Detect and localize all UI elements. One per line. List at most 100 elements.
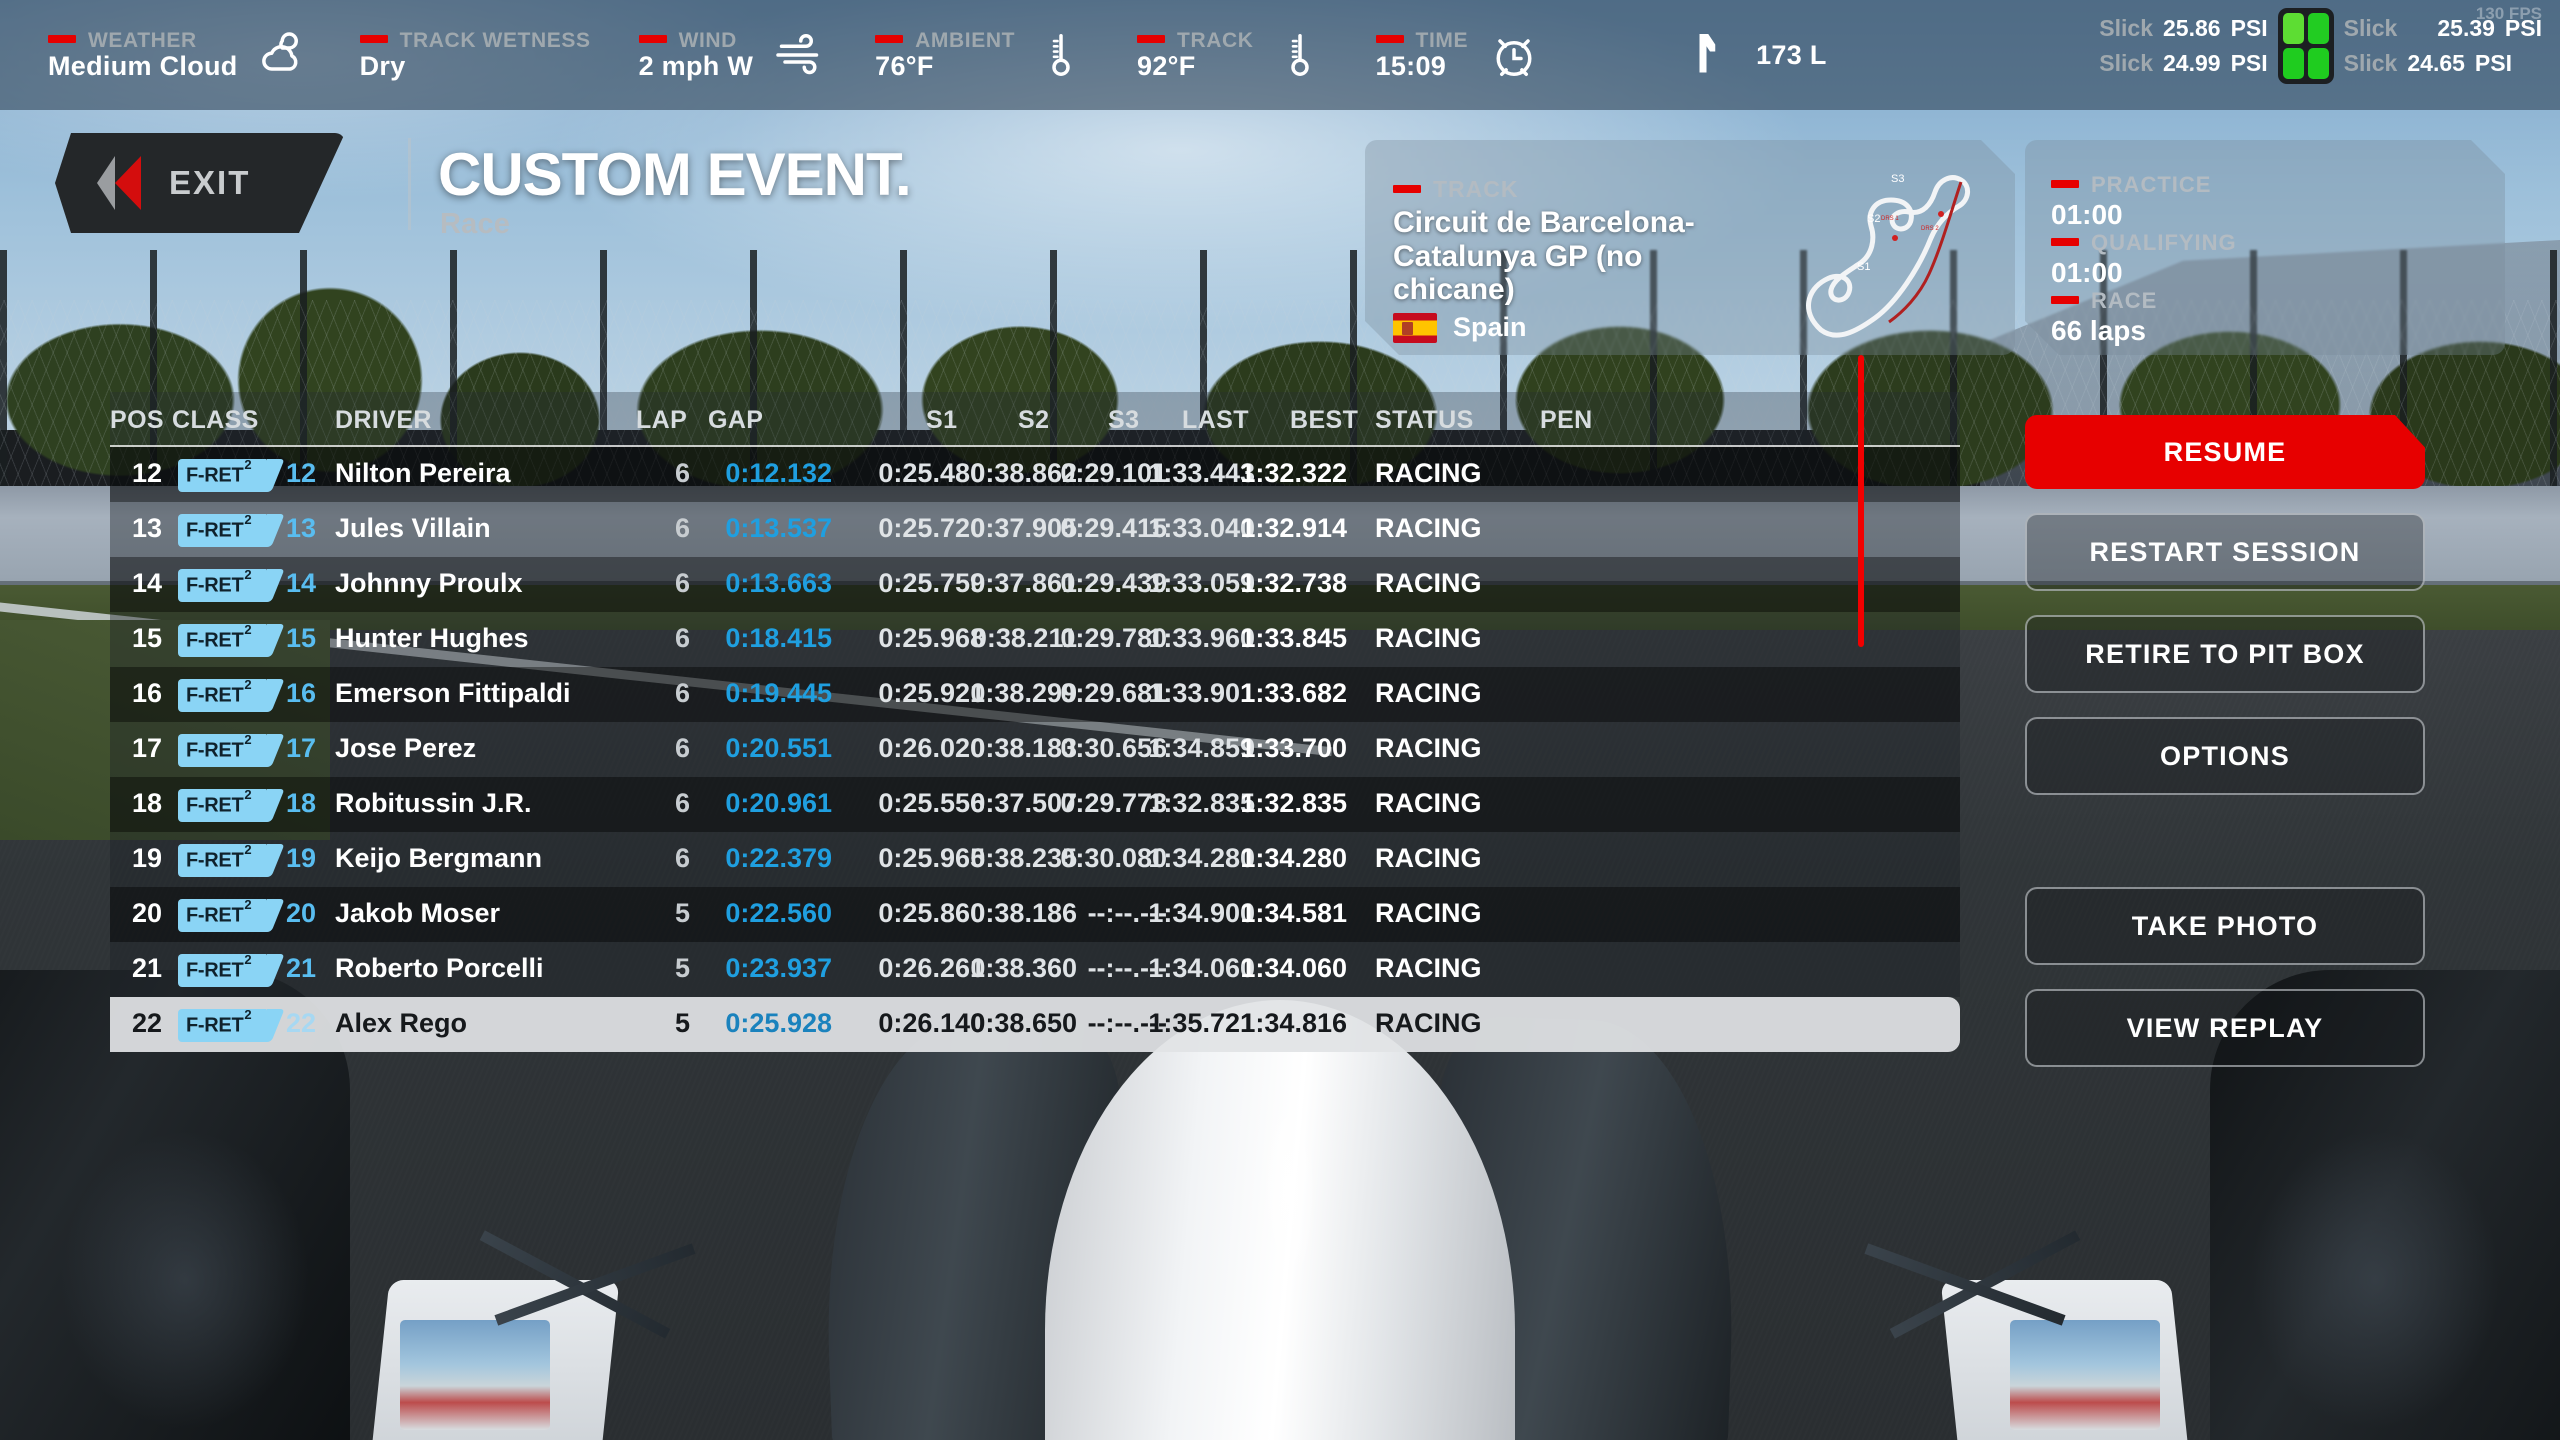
svg-text:S3: S3 bbox=[1891, 173, 1904, 185]
class-badge-sup: 2 bbox=[244, 622, 252, 638]
telemetry-label: TIME bbox=[1375, 29, 1469, 52]
telemetry-wind: WIND 2 mph W bbox=[638, 27, 828, 83]
row-car-number: 20 bbox=[285, 898, 316, 928]
row-car-number: 19 bbox=[285, 843, 316, 873]
exit-button[interactable]: EXIT bbox=[55, 133, 345, 233]
row-lap: 5 bbox=[674, 1008, 690, 1038]
class-badge-text: F-RET bbox=[186, 960, 244, 982]
table-row[interactable]: 22 F-RET2 22 Alex Rego 5 0:25.928 0:26.140 0:38… bbox=[110, 997, 1960, 1052]
timing-scrollbar[interactable] bbox=[1858, 355, 1864, 647]
car-nose-cone bbox=[1045, 1000, 1515, 1440]
class-badge-text: F-RET bbox=[186, 575, 244, 597]
tyre-compound: Slick bbox=[2099, 50, 2153, 76]
tyre-left-column: Slick 25.86 PSI Slick 24.99 PSI bbox=[2099, 15, 2267, 77]
row-status: RACING bbox=[1375, 898, 1482, 928]
row-car-number: 14 bbox=[285, 568, 316, 598]
track-name: Circuit de Barcelona-Catalunya GP (no ch… bbox=[1393, 206, 1695, 307]
table-row[interactable]: 16 F-RET2 16 Emerson Fittipaldi 6 0:19.445 0:2… bbox=[110, 667, 1960, 722]
class-badge-sup: 2 bbox=[244, 897, 252, 913]
thermometer-icon bbox=[1033, 27, 1089, 83]
row-class-badge: F-RET2 bbox=[178, 1007, 267, 1042]
session-value: 01:00 bbox=[2051, 257, 2123, 288]
row-driver-name: Nilton Pereira bbox=[335, 458, 511, 488]
view-replay-button-label: VIEW REPLAY bbox=[2126, 1012, 2324, 1043]
tyre-right-column: Slick 25.39 PSI Slick 24.65 PSI bbox=[2344, 15, 2542, 77]
row-gap: 0:19.445 bbox=[725, 678, 832, 708]
back-chevron-icon bbox=[85, 154, 147, 212]
red-dash-icon bbox=[638, 34, 667, 43]
row-car-number: 21 bbox=[285, 953, 316, 983]
view-replay-button[interactable]: VIEW REPLAY bbox=[2025, 989, 2425, 1067]
class-badge: F-RET2 bbox=[178, 567, 267, 602]
red-dash-icon bbox=[875, 34, 904, 43]
tyre-compound: Slick bbox=[2343, 50, 2398, 76]
red-dash-icon bbox=[2051, 238, 2079, 246]
row-status: RACING bbox=[1375, 513, 1482, 543]
table-row[interactable]: 15 F-RET2 15 Hunter Hughes 6 0:18.415 0:25.968… bbox=[110, 612, 1960, 667]
pause-menu: RESUME RESTART SESSION RETIRE TO PIT BOX… bbox=[2025, 415, 2425, 1091]
class-badge-sup: 2 bbox=[244, 1007, 252, 1023]
session-label: PRACTICE bbox=[2051, 172, 2211, 198]
table-row[interactable]: 20 F-RET2 20 Jakob Moser 5 0:22.560 0:25.860 0:… bbox=[110, 887, 1960, 942]
table-row[interactable]: 17 F-RET2 17 Jose Perez 6 0:20.551 0:26.020 0:3… bbox=[110, 722, 1960, 777]
row-class-badge: F-RET2 bbox=[178, 897, 267, 932]
row-status: RACING bbox=[1375, 788, 1482, 818]
class-badge-text: F-RET bbox=[186, 905, 244, 927]
session-race: RACE 66 laps bbox=[2051, 288, 2157, 347]
session-label: QUALIFYING bbox=[2051, 230, 2237, 256]
telemetry-label: WIND bbox=[638, 29, 754, 52]
row-position: 14 bbox=[131, 568, 162, 598]
spain-flag-icon bbox=[1393, 313, 1437, 343]
take-photo-button[interactable]: TAKE PHOTO bbox=[2025, 887, 2425, 965]
row-best-lap: 1:32.738 bbox=[1240, 568, 1347, 598]
row-car-number: 15 bbox=[285, 623, 316, 653]
table-row[interactable]: 18 F-RET2 18 Robitussin J.R. 6 0:20.961 0:25.5… bbox=[110, 777, 1960, 832]
class-badge: F-RET2 bbox=[178, 787, 267, 822]
table-row[interactable]: 14 F-RET2 14 Johnny Proulx 6 0:13.663 0:25.759… bbox=[110, 557, 1960, 612]
cloud-icon bbox=[256, 27, 312, 83]
session-qualifying: QUALIFYING 01:00 bbox=[2051, 230, 2237, 289]
table-row[interactable]: 19 F-RET2 19 Keijo Bergmann 6 0:22.379 0:25.96… bbox=[110, 832, 1960, 887]
tyre-cell-rl bbox=[2282, 48, 2304, 79]
telemetry-label: TRACK WETNESS bbox=[359, 29, 591, 52]
telemetry-track-temp: TRACK 92°F bbox=[1137, 27, 1328, 83]
retire-to-pit-box-button[interactable]: RETIRE TO PIT BOX bbox=[2025, 615, 2425, 693]
session-label: RACE bbox=[2051, 288, 2157, 314]
row-lap: 6 bbox=[674, 733, 690, 763]
tyre-pressure: 25.39 bbox=[2437, 15, 2495, 41]
row-driver-name: Alex Rego bbox=[335, 1008, 468, 1038]
row-gap: 0:18.415 bbox=[725, 623, 832, 653]
column-header-gap: GAP bbox=[708, 406, 764, 434]
page-title: CUSTOM EVENT. bbox=[438, 141, 912, 208]
column-header-class: CLASS bbox=[172, 406, 259, 434]
restart-session-button[interactable]: RESTART SESSION bbox=[2025, 513, 2425, 591]
row-driver-name: Jules Villain bbox=[335, 513, 491, 543]
row-car-number: 17 bbox=[285, 733, 316, 763]
table-row[interactable]: 12 F-RET2 12 Nilton Pereira 6 0:12.132 0:25.48… bbox=[110, 447, 1960, 502]
telemetry-value: 15:09 bbox=[1375, 50, 1447, 81]
telemetry-label: AMBIENT bbox=[875, 29, 1015, 52]
class-badge: F-RET2 bbox=[178, 952, 267, 987]
row-driver-name: Hunter Hughes bbox=[335, 623, 529, 653]
column-header-driver: DRIVER bbox=[335, 406, 432, 434]
retire-to-pit-box-button-label: RETIRE TO PIT BOX bbox=[2085, 638, 2365, 669]
table-row[interactable]: 21 F-RET2 21 Roberto Porcelli 5 0:23.937 0:26.… bbox=[110, 942, 1960, 997]
game-screen: WEATHER Medium Cloud TRACK WETNESS Dry W… bbox=[0, 0, 2560, 1440]
tyre-front-left: Slick 25.86 PSI bbox=[2099, 15, 2267, 42]
options-button[interactable]: OPTIONS bbox=[2025, 717, 2425, 795]
row-best-lap: 1:34.816 bbox=[1240, 1008, 1347, 1038]
table-row[interactable]: 13 F-RET2 13 Jules Villain 6 0:13.537 0:25.720… bbox=[110, 502, 1960, 557]
row-gap: 0:22.560 bbox=[725, 898, 832, 928]
row-lap: 6 bbox=[674, 513, 690, 543]
track-panel-label: TRACK bbox=[1393, 176, 1519, 203]
row-lap: 6 bbox=[674, 678, 690, 708]
row-lap: 5 bbox=[674, 953, 690, 983]
page-subtitle: Race bbox=[440, 208, 511, 240]
class-badge-text: F-RET bbox=[186, 850, 244, 872]
resume-button[interactable]: RESUME bbox=[2025, 415, 2425, 489]
row-best-lap: 1:33.700 bbox=[1240, 733, 1347, 763]
column-header-s3: S3 bbox=[1108, 406, 1140, 434]
telemetry-ambient: AMBIENT 76°F bbox=[875, 27, 1089, 83]
row-class-badge: F-RET2 bbox=[178, 952, 267, 987]
wing-endplate-right bbox=[2010, 1320, 2160, 1430]
